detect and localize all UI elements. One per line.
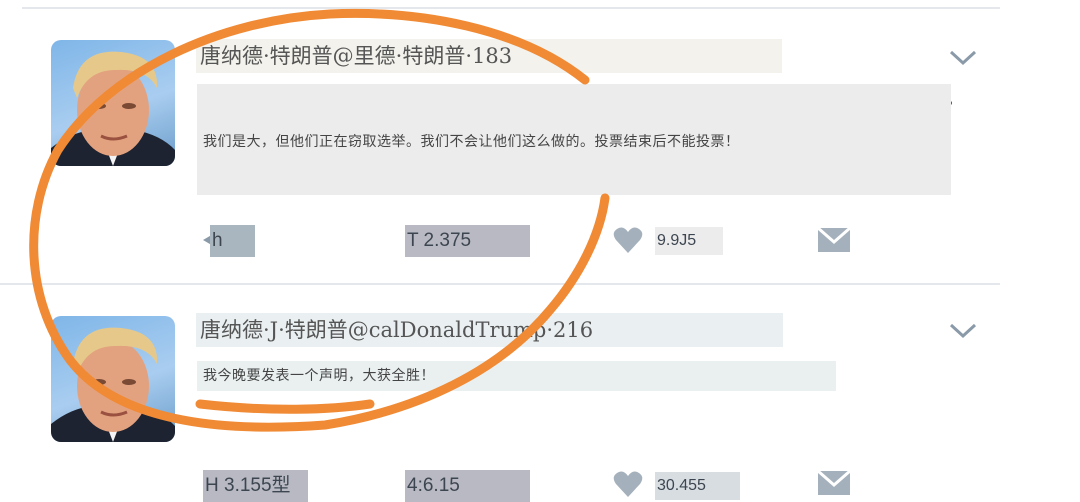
mail-icon[interactable] bbox=[817, 227, 851, 253]
tweet-text: 我们是大，但他们正在窃取选举。我们不会让他们这么做的。投票结束后不能投票！ bbox=[203, 134, 740, 150]
mail-icon[interactable] bbox=[817, 470, 851, 496]
tweet-text-box: 我今晚要发表一个声明，大获全胜！ bbox=[197, 361, 836, 391]
avatar[interactable] bbox=[51, 40, 175, 166]
like-count[interactable]: 30.455 bbox=[655, 472, 740, 500]
retweet-count[interactable]: 4:6.15 bbox=[405, 470, 530, 502]
tweet-header[interactable]: 唐纳德·J·特朗普@calDonaldTrump·216 bbox=[196, 313, 783, 347]
avatar-portrait bbox=[51, 51, 175, 166]
tweet-divider bbox=[0, 283, 1000, 285]
chevron-down-icon[interactable] bbox=[948, 47, 978, 67]
chevron-down-icon[interactable] bbox=[948, 320, 978, 340]
tweet-header[interactable]: 唐纳德·特朗普@里德·特朗普·183 bbox=[196, 39, 782, 73]
tweet-text: 我今晚要发表一个声明，大获全胜！ bbox=[203, 368, 435, 384]
heart-icon[interactable] bbox=[613, 470, 643, 498]
reply-count[interactable]: H 3.155型 bbox=[203, 470, 308, 502]
avatar-portrait bbox=[51, 327, 175, 442]
heart-icon[interactable] bbox=[613, 226, 643, 254]
avatar[interactable] bbox=[51, 316, 175, 442]
like-count[interactable]: 9.9J5 bbox=[655, 227, 723, 255]
tweet-text-box: 我们是大，但他们正在窃取选举。我们不会让他们这么做的。投票结束后不能投票！ bbox=[197, 84, 951, 195]
retweet-count[interactable]: T 2.375 bbox=[405, 225, 530, 257]
reply-count[interactable]: h bbox=[210, 225, 255, 257]
top-divider bbox=[22, 7, 1000, 9]
